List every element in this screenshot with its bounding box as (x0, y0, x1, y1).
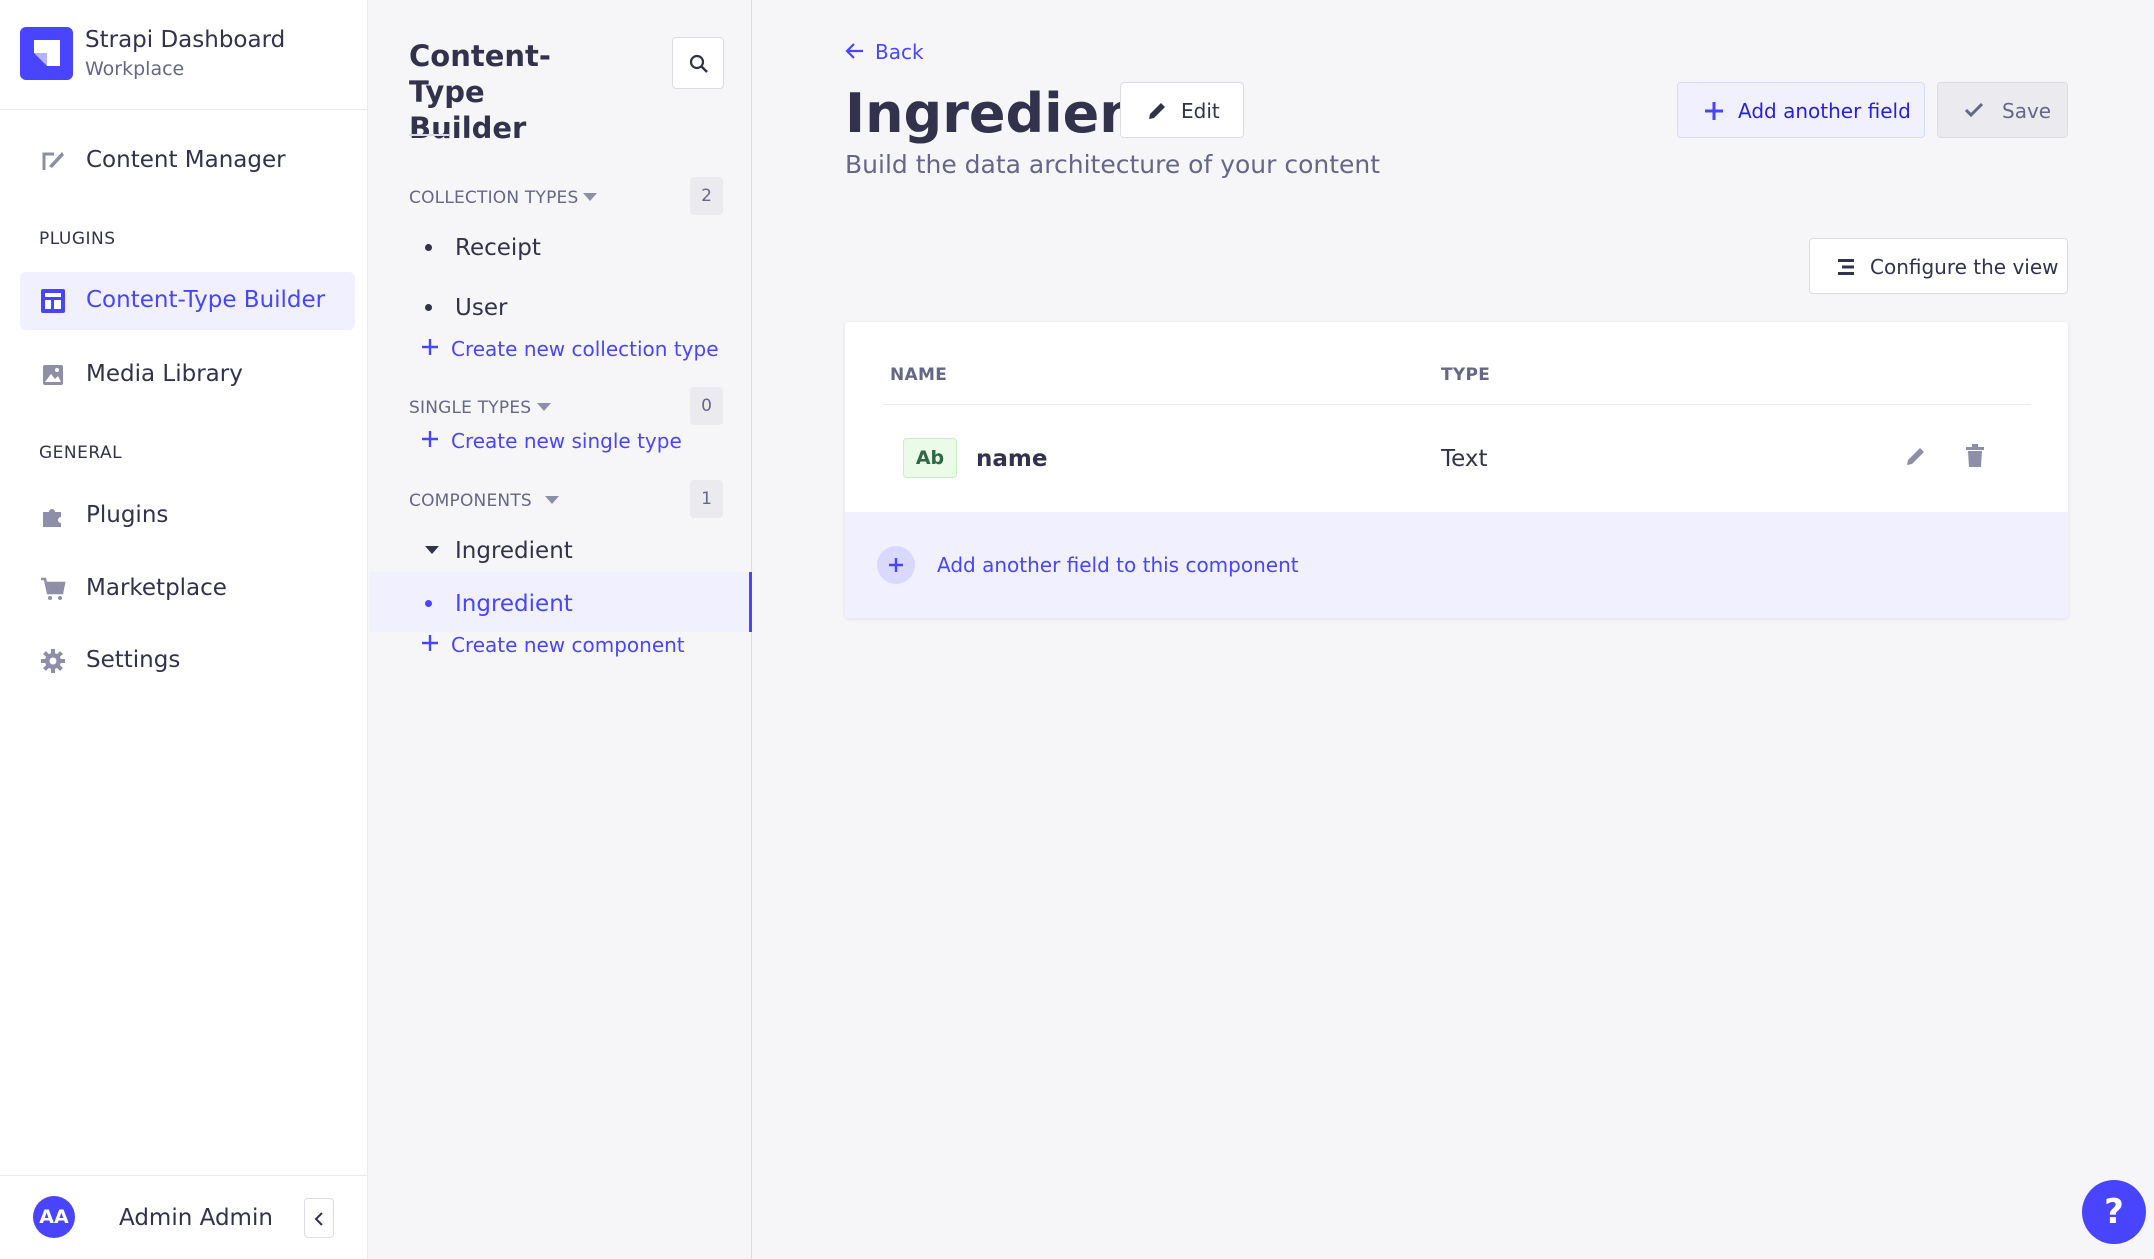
create-single-type-label: Create new single type (451, 429, 682, 453)
nav-settings[interactable]: Settings (20, 632, 355, 690)
nav-label: Marketplace (86, 575, 227, 601)
create-collection-type-label: Create new collection type (451, 337, 719, 361)
puzzle-icon (43, 509, 61, 527)
cart-icon (41, 577, 66, 600)
configure-view-button[interactable]: Configure the view (1809, 238, 2068, 294)
gear-icon (41, 649, 65, 673)
add-field-to-component-row[interactable]: Add another field to this component (845, 512, 2068, 618)
pencil-icon (1907, 448, 1924, 465)
plus-circle-icon (877, 546, 915, 584)
components-heading[interactable]: COMPONENTS (409, 491, 532, 511)
plus-icon (422, 635, 438, 651)
brand-title: Strapi Dashboard (85, 27, 286, 53)
content-type-builder-subnav: Content-Type Builder COLLECTION TYPES 2 … (369, 0, 752, 1259)
plus-icon (422, 339, 438, 355)
add-field-to-component-label: Add another field to this component (937, 553, 1299, 577)
field-name: name (976, 446, 1048, 472)
main-content: Back Ingredient Edit Build the data arch… (753, 0, 2154, 1259)
nav-media-library[interactable]: Media Library (20, 346, 355, 404)
page-subtitle: Build the data architecture of your cont… (845, 150, 1381, 179)
image-icon (43, 365, 63, 385)
bullet-icon (425, 244, 432, 251)
divider (409, 134, 449, 136)
nav-content-manager[interactable]: Content Manager (20, 132, 355, 190)
nav-label: Plugins (86, 502, 169, 528)
delete-field-button[interactable] (1964, 444, 1994, 474)
single-types-count: 0 (690, 387, 723, 425)
search-icon (689, 54, 708, 73)
edit-label: Edit (1181, 99, 1220, 123)
component-category-ingredient[interactable]: Ingredient (409, 528, 709, 572)
collection-types-count: 2 (690, 177, 723, 215)
main-navigation: Strapi Dashboard Workplace Content Manag… (0, 0, 368, 1259)
column-header-type: TYPE (1441, 365, 1491, 385)
subnav-title: Content-Type Builder (409, 39, 551, 145)
pencil-icon (1149, 103, 1165, 119)
column-header-name: NAME (890, 365, 948, 385)
plus-icon (422, 431, 438, 447)
layout-list-icon (1838, 259, 1854, 275)
brand-subtitle: Workplace (85, 58, 185, 80)
save-label: Save (2002, 99, 2052, 123)
back-label: Back (875, 40, 924, 64)
bullet-icon (425, 304, 432, 311)
list-item-ingredient[interactable]: Ingredient (409, 581, 709, 625)
section-general: GENERAL (39, 443, 123, 463)
list-item-label: Ingredient (455, 591, 573, 617)
subnav-search-button[interactable] (672, 37, 724, 89)
nav-label: Content-Type Builder (86, 287, 326, 313)
chevron-left-icon (314, 1212, 323, 1226)
page-title: Ingredient (845, 82, 1164, 145)
caret-down-icon[interactable] (583, 193, 597, 201)
single-types-heading[interactable]: SINGLE TYPES (409, 398, 531, 418)
nav-plugins[interactable]: Plugins (20, 487, 355, 545)
plus-icon (1705, 102, 1723, 120)
caret-down-icon[interactable] (537, 403, 551, 411)
category-label: Ingredient (455, 538, 573, 564)
nav-content-type-builder[interactable]: Content-Type Builder (20, 272, 355, 330)
user-name[interactable]: Admin Admin (119, 1205, 273, 1231)
fields-table: NAME TYPE Ab name Text Add another field… (845, 322, 2068, 618)
divider (883, 404, 2031, 405)
help-button[interactable]: ? (2082, 1180, 2146, 1244)
strapi-logo-icon (20, 27, 73, 80)
create-component-label: Create new component (451, 633, 685, 657)
nav-marketplace[interactable]: Marketplace (20, 560, 355, 618)
add-another-field-button[interactable]: Add another field (1677, 82, 1925, 138)
edit-button[interactable]: Edit (1120, 82, 1244, 138)
list-item-user[interactable]: User (409, 285, 709, 329)
avatar[interactable]: AA (33, 1196, 75, 1238)
trash-icon (1966, 444, 1984, 467)
check-icon (1964, 102, 1984, 118)
configure-view-label: Configure the view (1870, 255, 2059, 279)
feather-icon (42, 152, 64, 170)
brand-header: Strapi Dashboard Workplace (0, 0, 368, 110)
collapse-nav-button[interactable] (304, 1198, 334, 1238)
caret-down-icon[interactable] (545, 496, 559, 504)
save-button[interactable]: Save (1937, 82, 2068, 138)
nav-label: Content Manager (86, 147, 286, 173)
section-plugins: PLUGINS (39, 229, 116, 249)
list-item-receipt[interactable]: Receipt (409, 225, 709, 269)
list-item-label: Receipt (455, 235, 541, 261)
arrow-left-icon (845, 43, 863, 59)
field-type: Text (1441, 446, 1488, 472)
text-field-type-icon: Ab (903, 438, 957, 478)
nav-label: Media Library (86, 361, 243, 387)
add-field-label: Add another field (1738, 99, 1911, 123)
edit-field-button[interactable] (1904, 444, 1934, 474)
layout-icon (41, 289, 65, 313)
list-item-label: User (455, 295, 508, 321)
user-profile-bar: AA Admin Admin (0, 1175, 368, 1259)
nav-label: Settings (86, 647, 181, 673)
components-count: 1 (690, 480, 723, 518)
collection-types-heading[interactable]: COLLECTION TYPES (409, 188, 578, 208)
bullet-icon (425, 600, 432, 607)
